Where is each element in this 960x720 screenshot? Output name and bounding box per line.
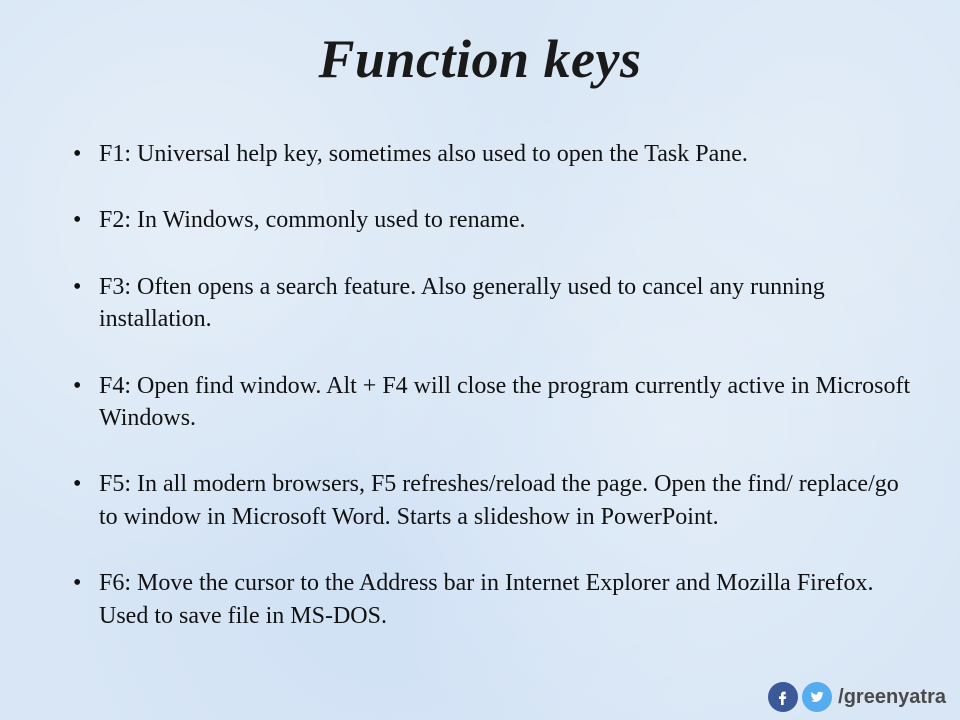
slide: Function keys F1: Universal help key, so…	[0, 0, 960, 720]
list-item: F6: Move the cursor to the Address bar i…	[73, 567, 915, 632]
list-item: F4: Open find window. Alt + F4 will clos…	[73, 370, 915, 435]
list-item: F3: Often opens a search feature. Also g…	[73, 271, 915, 336]
bullet-list: F1: Universal help key, sometimes also u…	[45, 138, 915, 632]
social-handle: /greenyatra	[838, 686, 946, 709]
list-item: F1: Universal help key, sometimes also u…	[73, 138, 915, 170]
footer-social: /greenyatra	[768, 682, 946, 712]
slide-title: Function keys	[45, 28, 915, 90]
list-item: F5: In all modern browsers, F5 refreshes…	[73, 468, 915, 533]
list-item: F2: In Windows, commonly used to rename.	[73, 204, 915, 236]
facebook-icon[interactable]	[768, 682, 798, 712]
twitter-icon[interactable]	[802, 682, 832, 712]
